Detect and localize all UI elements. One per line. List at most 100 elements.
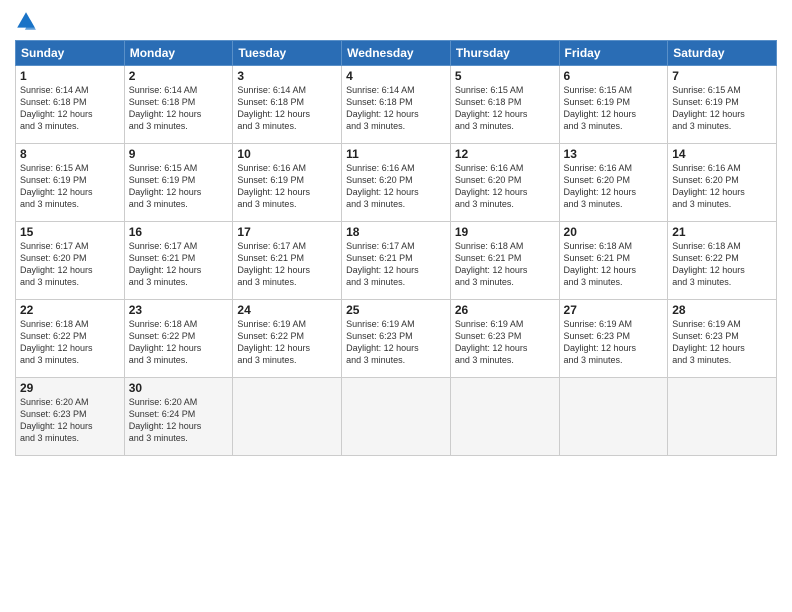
day-number: 19: [455, 225, 555, 239]
day-info: Sunrise: 6:15 AM Sunset: 6:18 PM Dayligh…: [455, 84, 555, 133]
calendar-cell: 22Sunrise: 6:18 AM Sunset: 6:22 PM Dayli…: [16, 300, 125, 378]
calendar-cell: 1Sunrise: 6:14 AM Sunset: 6:18 PM Daylig…: [16, 66, 125, 144]
day-number: 5: [455, 69, 555, 83]
day-info: Sunrise: 6:14 AM Sunset: 6:18 PM Dayligh…: [346, 84, 446, 133]
day-info: Sunrise: 6:15 AM Sunset: 6:19 PM Dayligh…: [564, 84, 664, 133]
day-number: 2: [129, 69, 229, 83]
day-number: 6: [564, 69, 664, 83]
day-info: Sunrise: 6:17 AM Sunset: 6:21 PM Dayligh…: [237, 240, 337, 289]
day-number: 29: [20, 381, 120, 395]
calendar-cell: 30Sunrise: 6:20 AM Sunset: 6:24 PM Dayli…: [124, 378, 233, 456]
day-info: Sunrise: 6:18 AM Sunset: 6:22 PM Dayligh…: [20, 318, 120, 367]
calendar-cell: [450, 378, 559, 456]
day-number: 17: [237, 225, 337, 239]
day-header: Saturday: [668, 41, 777, 66]
day-info: Sunrise: 6:14 AM Sunset: 6:18 PM Dayligh…: [20, 84, 120, 133]
day-number: 21: [672, 225, 772, 239]
day-info: Sunrise: 6:20 AM Sunset: 6:23 PM Dayligh…: [20, 396, 120, 445]
day-number: 12: [455, 147, 555, 161]
calendar-cell: 13Sunrise: 6:16 AM Sunset: 6:20 PM Dayli…: [559, 144, 668, 222]
calendar-cell: 26Sunrise: 6:19 AM Sunset: 6:23 PM Dayli…: [450, 300, 559, 378]
calendar-cell: 9Sunrise: 6:15 AM Sunset: 6:19 PM Daylig…: [124, 144, 233, 222]
day-number: 14: [672, 147, 772, 161]
day-info: Sunrise: 6:19 AM Sunset: 6:23 PM Dayligh…: [672, 318, 772, 367]
day-info: Sunrise: 6:15 AM Sunset: 6:19 PM Dayligh…: [129, 162, 229, 211]
day-info: Sunrise: 6:17 AM Sunset: 6:20 PM Dayligh…: [20, 240, 120, 289]
calendar-cell: 18Sunrise: 6:17 AM Sunset: 6:21 PM Dayli…: [342, 222, 451, 300]
calendar-cell: 4Sunrise: 6:14 AM Sunset: 6:18 PM Daylig…: [342, 66, 451, 144]
day-info: Sunrise: 6:15 AM Sunset: 6:19 PM Dayligh…: [672, 84, 772, 133]
day-info: Sunrise: 6:16 AM Sunset: 6:20 PM Dayligh…: [672, 162, 772, 211]
calendar-cell: 24Sunrise: 6:19 AM Sunset: 6:22 PM Dayli…: [233, 300, 342, 378]
day-number: 3: [237, 69, 337, 83]
week-row: 29Sunrise: 6:20 AM Sunset: 6:23 PM Dayli…: [16, 378, 777, 456]
day-number: 20: [564, 225, 664, 239]
day-number: 8: [20, 147, 120, 161]
week-row: 8Sunrise: 6:15 AM Sunset: 6:19 PM Daylig…: [16, 144, 777, 222]
day-number: 26: [455, 303, 555, 317]
day-number: 9: [129, 147, 229, 161]
day-info: Sunrise: 6:19 AM Sunset: 6:23 PM Dayligh…: [455, 318, 555, 367]
day-header: Monday: [124, 41, 233, 66]
day-header: Tuesday: [233, 41, 342, 66]
calendar-cell: 27Sunrise: 6:19 AM Sunset: 6:23 PM Dayli…: [559, 300, 668, 378]
day-info: Sunrise: 6:17 AM Sunset: 6:21 PM Dayligh…: [346, 240, 446, 289]
calendar-cell: [233, 378, 342, 456]
day-number: 13: [564, 147, 664, 161]
week-row: 1Sunrise: 6:14 AM Sunset: 6:18 PM Daylig…: [16, 66, 777, 144]
calendar-cell: 28Sunrise: 6:19 AM Sunset: 6:23 PM Dayli…: [668, 300, 777, 378]
calendar-cell: 20Sunrise: 6:18 AM Sunset: 6:21 PM Dayli…: [559, 222, 668, 300]
day-number: 28: [672, 303, 772, 317]
day-info: Sunrise: 6:16 AM Sunset: 6:20 PM Dayligh…: [346, 162, 446, 211]
calendar-cell: 7Sunrise: 6:15 AM Sunset: 6:19 PM Daylig…: [668, 66, 777, 144]
calendar-cell: 15Sunrise: 6:17 AM Sunset: 6:20 PM Dayli…: [16, 222, 125, 300]
day-number: 1: [20, 69, 120, 83]
day-info: Sunrise: 6:16 AM Sunset: 6:20 PM Dayligh…: [564, 162, 664, 211]
day-header: Sunday: [16, 41, 125, 66]
calendar-cell: 23Sunrise: 6:18 AM Sunset: 6:22 PM Dayli…: [124, 300, 233, 378]
day-info: Sunrise: 6:14 AM Sunset: 6:18 PM Dayligh…: [237, 84, 337, 133]
day-number: 4: [346, 69, 446, 83]
calendar-cell: 14Sunrise: 6:16 AM Sunset: 6:20 PM Dayli…: [668, 144, 777, 222]
day-info: Sunrise: 6:15 AM Sunset: 6:19 PM Dayligh…: [20, 162, 120, 211]
calendar-cell: 11Sunrise: 6:16 AM Sunset: 6:20 PM Dayli…: [342, 144, 451, 222]
day-info: Sunrise: 6:18 AM Sunset: 6:22 PM Dayligh…: [129, 318, 229, 367]
day-number: 16: [129, 225, 229, 239]
calendar-cell: [668, 378, 777, 456]
week-row: 15Sunrise: 6:17 AM Sunset: 6:20 PM Dayli…: [16, 222, 777, 300]
day-info: Sunrise: 6:18 AM Sunset: 6:21 PM Dayligh…: [564, 240, 664, 289]
calendar-cell: 10Sunrise: 6:16 AM Sunset: 6:19 PM Dayli…: [233, 144, 342, 222]
day-number: 18: [346, 225, 446, 239]
calendar-cell: 6Sunrise: 6:15 AM Sunset: 6:19 PM Daylig…: [559, 66, 668, 144]
day-info: Sunrise: 6:19 AM Sunset: 6:22 PM Dayligh…: [237, 318, 337, 367]
calendar-page: SundayMondayTuesdayWednesdayThursdayFrid…: [0, 0, 792, 612]
calendar-cell: 3Sunrise: 6:14 AM Sunset: 6:18 PM Daylig…: [233, 66, 342, 144]
calendar-table: SundayMondayTuesdayWednesdayThursdayFrid…: [15, 40, 777, 456]
day-number: 30: [129, 381, 229, 395]
day-number: 7: [672, 69, 772, 83]
day-info: Sunrise: 6:19 AM Sunset: 6:23 PM Dayligh…: [346, 318, 446, 367]
day-number: 22: [20, 303, 120, 317]
day-number: 25: [346, 303, 446, 317]
day-info: Sunrise: 6:19 AM Sunset: 6:23 PM Dayligh…: [564, 318, 664, 367]
day-info: Sunrise: 6:16 AM Sunset: 6:20 PM Dayligh…: [455, 162, 555, 211]
calendar-cell: [342, 378, 451, 456]
day-number: 10: [237, 147, 337, 161]
day-info: Sunrise: 6:20 AM Sunset: 6:24 PM Dayligh…: [129, 396, 229, 445]
day-info: Sunrise: 6:18 AM Sunset: 6:22 PM Dayligh…: [672, 240, 772, 289]
day-header: Friday: [559, 41, 668, 66]
day-header: Thursday: [450, 41, 559, 66]
calendar-cell: 21Sunrise: 6:18 AM Sunset: 6:22 PM Dayli…: [668, 222, 777, 300]
week-row: 22Sunrise: 6:18 AM Sunset: 6:22 PM Dayli…: [16, 300, 777, 378]
calendar-cell: 12Sunrise: 6:16 AM Sunset: 6:20 PM Dayli…: [450, 144, 559, 222]
day-number: 11: [346, 147, 446, 161]
day-header: Wednesday: [342, 41, 451, 66]
day-info: Sunrise: 6:16 AM Sunset: 6:19 PM Dayligh…: [237, 162, 337, 211]
header: [15, 10, 777, 32]
day-info: Sunrise: 6:17 AM Sunset: 6:21 PM Dayligh…: [129, 240, 229, 289]
logo-icon: [15, 10, 37, 32]
calendar-cell: 17Sunrise: 6:17 AM Sunset: 6:21 PM Dayli…: [233, 222, 342, 300]
day-number: 27: [564, 303, 664, 317]
header-row: SundayMondayTuesdayWednesdayThursdayFrid…: [16, 41, 777, 66]
day-info: Sunrise: 6:18 AM Sunset: 6:21 PM Dayligh…: [455, 240, 555, 289]
